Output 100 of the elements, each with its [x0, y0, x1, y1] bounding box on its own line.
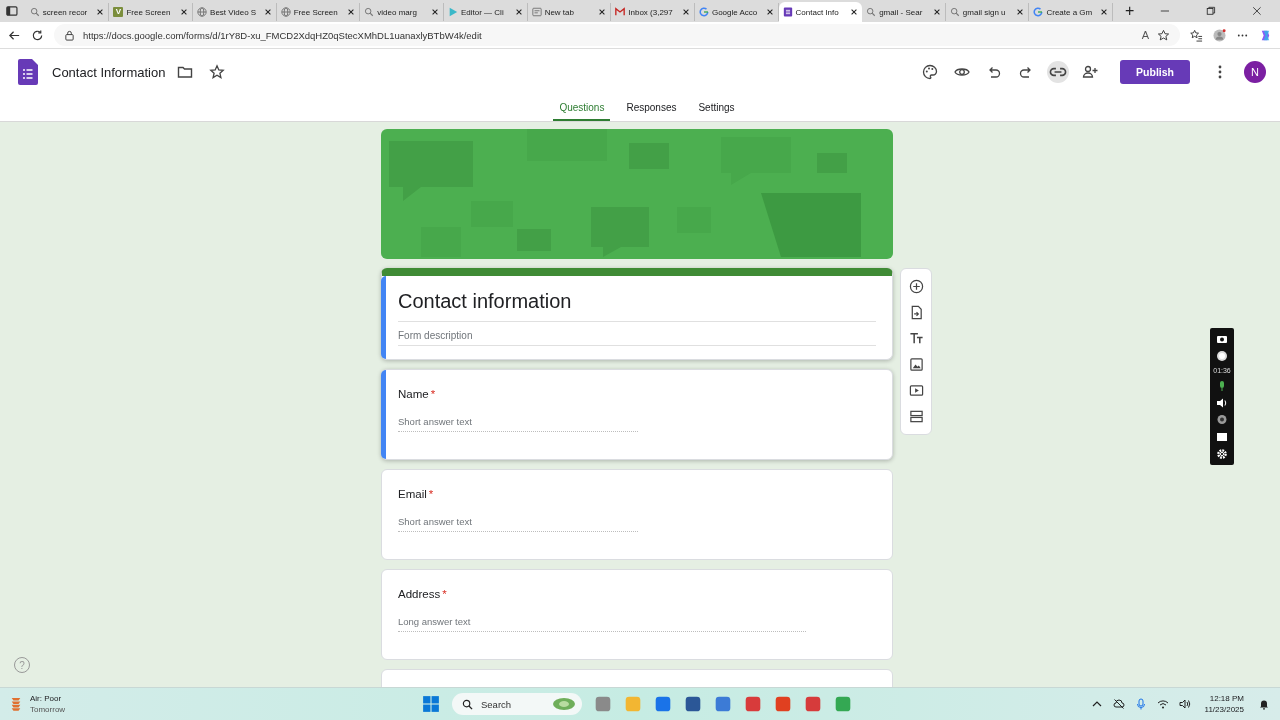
- search-icon: [866, 7, 877, 17]
- add-question-icon[interactable]: [908, 279, 924, 294]
- form-tab[interactable]: Responses: [620, 95, 683, 121]
- link-icon[interactable]: [1047, 61, 1070, 83]
- star-icon[interactable]: [1157, 28, 1170, 42]
- question-card[interactable]: Email * Short answer text: [381, 469, 893, 560]
- close-icon[interactable]: [765, 8, 774, 16]
- app-icon[interactable]: [714, 695, 732, 713]
- star-icon[interactable]: [209, 64, 226, 80]
- close-icon[interactable]: [263, 8, 272, 16]
- close-icon[interactable]: [932, 8, 941, 16]
- question-card[interactable]: Address * Long answer text: [381, 569, 893, 660]
- app-icon[interactable]: [744, 695, 762, 713]
- browser-tab[interactable]: video marg: [360, 3, 444, 21]
- browser-tab[interactable]: V Free Screen: [109, 3, 194, 21]
- question-title: Name: [398, 388, 429, 400]
- clock-date[interactable]: 11/23/2025: [1204, 704, 1244, 715]
- browser-tab[interactable]: gmail - Sear: [862, 3, 946, 21]
- app-icon[interactable]: [594, 695, 612, 713]
- browser-tab[interactable]: Free Screen: [276, 3, 361, 21]
- window-icon[interactable]: [1216, 431, 1228, 443]
- app-icon[interactable]: [804, 695, 822, 713]
- favorites-icon[interactable]: [1190, 28, 1203, 42]
- browser-tab[interactable]: gmail sign u: [945, 3, 1030, 21]
- search-icon: [462, 698, 473, 710]
- browser-tab[interactable]: screen recor: [25, 3, 110, 21]
- page-icon: [531, 7, 542, 17]
- weather-subtitle[interactable]: Tomorrow: [30, 704, 66, 715]
- browser-tab[interactable]: Create a Gm: [1029, 3, 1114, 21]
- browser-tab[interactable]: Best Video S: [193, 3, 277, 21]
- search-icon: [949, 7, 960, 17]
- search-icon: [29, 7, 40, 17]
- cloud-off-icon[interactable]: [1112, 698, 1125, 710]
- camera-icon[interactable]: [1216, 333, 1228, 345]
- video-icon[interactable]: [908, 383, 924, 398]
- wifi-icon[interactable]: [1156, 698, 1169, 710]
- clock-time[interactable]: 12:18 PM: [1209, 693, 1244, 704]
- forms-logo-icon[interactable]: [18, 59, 38, 85]
- close-icon[interactable]: [514, 8, 523, 16]
- add-person-icon[interactable]: [1082, 64, 1099, 80]
- browser-tab[interactable]: New tab: [527, 3, 612, 21]
- speaker-icon[interactable]: [1216, 397, 1228, 409]
- publish-button[interactable]: Publish: [1120, 60, 1190, 84]
- close-icon[interactable]: [1100, 8, 1109, 16]
- google-icon: [698, 7, 709, 17]
- question-title: Email: [398, 488, 427, 500]
- answer-field: Short answer text: [398, 516, 638, 532]
- browser-tab[interactable]: Contact Info: [778, 2, 863, 22]
- volume-icon[interactable]: [1178, 698, 1191, 710]
- play-icon: [448, 7, 458, 17]
- address-field[interactable]: https://docs.google.com/forms/d/1rY8D-xu_FMCD2XdqHZ0qStecXMhDL1uanaxlyBTbW4k/edit A: [54, 24, 1180, 46]
- close-icon[interactable]: [96, 8, 105, 16]
- browser-tab[interactable]: Editor — Cli: [444, 3, 528, 21]
- reload-icon[interactable]: [31, 28, 44, 42]
- air-quality-icon[interactable]: [10, 696, 22, 712]
- close-icon[interactable]: [850, 8, 859, 16]
- palette-icon[interactable]: [922, 64, 939, 80]
- workspaces-icon[interactable]: [6, 5, 18, 17]
- settings-icon[interactable]: [1216, 448, 1228, 460]
- start-icon[interactable]: [422, 695, 440, 713]
- account-avatar[interactable]: N: [1244, 61, 1266, 83]
- app-icon[interactable]: [774, 695, 792, 713]
- weather-title[interactable]: Air: Poor: [30, 693, 66, 704]
- notification-bell-icon[interactable]: [1258, 698, 1270, 710]
- close-icon[interactable]: [598, 8, 607, 16]
- text-size-icon[interactable]: [908, 331, 924, 346]
- document-title[interactable]: Contact Information: [52, 64, 166, 80]
- site-icon: V: [113, 7, 124, 17]
- close-icon[interactable]: [180, 8, 189, 16]
- read-aloud-button[interactable]: A: [1141, 29, 1149, 41]
- microphone-icon[interactable]: [1134, 698, 1147, 710]
- browser-tab[interactable]: Google Acco: [694, 3, 779, 21]
- google-icon: [1033, 7, 1044, 17]
- required-mark: *: [428, 488, 434, 500]
- close-icon[interactable]: [1252, 6, 1262, 16]
- form-tab[interactable]: Settings: [692, 95, 741, 121]
- image-icon[interactable]: [908, 357, 924, 372]
- browser-tab[interactable]: Inbox (3,297: [611, 3, 695, 21]
- question-card[interactable]: Name * Short answer text: [381, 369, 893, 460]
- close-icon[interactable]: [431, 8, 439, 16]
- globe-icon: [197, 7, 208, 17]
- new-tab-button[interactable]: +: [1117, 3, 1143, 19]
- forms-icon: [782, 7, 793, 17]
- folder-icon[interactable]: [177, 64, 194, 80]
- restore-icon[interactable]: [1206, 6, 1217, 16]
- taskbar-search-field[interactable]: Search: [452, 693, 582, 715]
- webcam-icon[interactable]: [1216, 414, 1228, 426]
- profile-icon[interactable]: [1213, 28, 1226, 42]
- app-icon[interactable]: [654, 695, 672, 713]
- close-icon[interactable]: [681, 8, 690, 16]
- description-field[interactable]: Form description: [398, 322, 876, 346]
- section-icon[interactable]: [908, 409, 924, 424]
- record-icon[interactable]: [1216, 350, 1228, 362]
- mail-icon: [615, 7, 626, 17]
- answer-field: Short answer text: [398, 416, 638, 432]
- site-info-icon[interactable]: [64, 29, 75, 41]
- close-icon[interactable]: [347, 8, 356, 16]
- form-title[interactable]: Contact information: [398, 290, 876, 322]
- close-icon[interactable]: [1016, 8, 1025, 16]
- app-icon[interactable]: [684, 695, 702, 713]
